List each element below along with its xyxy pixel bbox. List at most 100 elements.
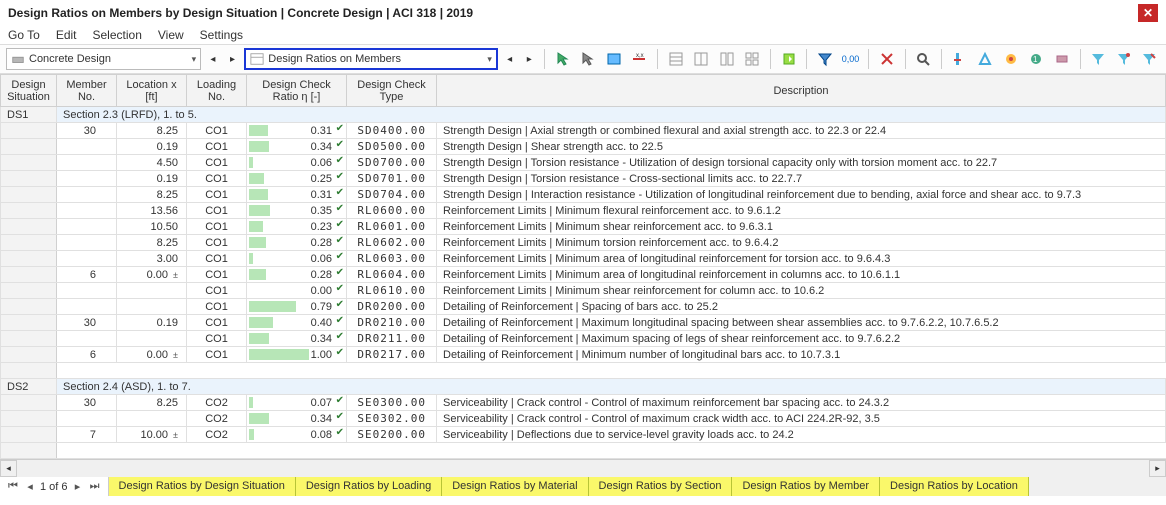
- cell-member: [57, 331, 117, 347]
- table-row[interactable]: 60.00 ±CO10.28✔RL0604.00Reinforcement Li…: [1, 267, 1166, 283]
- col-location[interactable]: Location x [ft]: [117, 75, 187, 107]
- table-row[interactable]: 8.25CO10.31✔SD0704.00Strength Design | I…: [1, 187, 1166, 203]
- pager-first-button[interactable]: ⏮: [6, 480, 20, 493]
- close-button[interactable]: ✕: [1138, 4, 1158, 22]
- cell-loading: CO1: [187, 139, 247, 155]
- tab-3[interactable]: Design Ratios by Section: [589, 477, 733, 496]
- scroll-left-button[interactable]: ◂: [0, 460, 17, 477]
- check-ok-icon: ✔: [336, 331, 344, 342]
- cell-desc: Detailing of Reinforcement | Minimum num…: [437, 347, 1166, 363]
- table-view1-button[interactable]: [665, 48, 686, 70]
- tab-1[interactable]: Design Ratios by Loading: [296, 477, 442, 496]
- search-button[interactable]: [913, 48, 934, 70]
- tool-a-button[interactable]: [949, 48, 970, 70]
- cell-type: SD0704.00: [347, 187, 437, 203]
- table-row[interactable]: 3.00CO10.06✔RL0603.00Reinforcement Limit…: [1, 251, 1166, 267]
- table-row[interactable]: 308.25CO10.31✔SD0400.00Strength Design |…: [1, 123, 1166, 139]
- cell-desc: Reinforcement Limits | Minimum torsion r…: [437, 235, 1166, 251]
- horizontal-scrollbar[interactable]: ◂ ▸: [0, 459, 1166, 476]
- design-module-combo[interactable]: Concrete Design ▾: [6, 48, 201, 70]
- cell-member: [57, 187, 117, 203]
- select-in-model-button[interactable]: [552, 48, 573, 70]
- decimal-button[interactable]: 0,00: [840, 48, 861, 70]
- col-ratio[interactable]: Design Check Ratio η [-]: [247, 75, 347, 107]
- table-view3-button[interactable]: [716, 48, 737, 70]
- filter-button[interactable]: [814, 48, 835, 70]
- col-type[interactable]: Design Check Type: [347, 75, 437, 107]
- table-row[interactable]: CO10.34✔DR0211.00Detailing of Reinforcem…: [1, 331, 1166, 347]
- cell-location: [117, 411, 187, 427]
- table-row[interactable]: 4.50CO10.06✔SD0700.00Strength Design | T…: [1, 155, 1166, 171]
- scroll-right-button[interactable]: ▸: [1149, 460, 1166, 477]
- cell-ratio: 0.28✔: [247, 267, 347, 283]
- pager-last-button[interactable]: ⏭: [88, 480, 102, 493]
- tool-e-button[interactable]: [1051, 48, 1072, 70]
- table-row[interactable]: CO20.34✔SE0302.00Serviceability | Crack …: [1, 411, 1166, 427]
- tool-c-button[interactable]: [1000, 48, 1021, 70]
- filter-blue-button[interactable]: [1088, 48, 1109, 70]
- tab-4[interactable]: Design Ratios by Member: [732, 477, 880, 496]
- cell-desc: Strength Design | Torsion resistance - C…: [437, 171, 1166, 187]
- result-table-combo[interactable]: Design Ratios on Members ▾: [244, 48, 498, 70]
- select-object-button[interactable]: [578, 48, 599, 70]
- table-view4-button[interactable]: [741, 48, 762, 70]
- col-loading[interactable]: Loading No.: [187, 75, 247, 107]
- table-row[interactable]: CO10.00✔RL0610.00Reinforcement Limits | …: [1, 283, 1166, 299]
- cell-loading: CO1: [187, 347, 247, 363]
- table-row[interactable]: 0.19CO10.25✔SD0701.00Strength Design | T…: [1, 171, 1166, 187]
- pager-next-button[interactable]: ▸: [71, 480, 85, 493]
- tool-b-button[interactable]: [975, 48, 996, 70]
- tool-d-button[interactable]: 1: [1026, 48, 1047, 70]
- menu-view[interactable]: View: [158, 28, 184, 42]
- col-member[interactable]: Member No.: [57, 75, 117, 107]
- clear-button[interactable]: [876, 48, 897, 70]
- cell-loading: CO1: [187, 267, 247, 283]
- cell-type: RL0600.00: [347, 203, 437, 219]
- pager-prev-button[interactable]: ◂: [23, 480, 37, 493]
- cell-type: RL0610.00: [347, 283, 437, 299]
- next-module-button[interactable]: ▸: [225, 49, 241, 69]
- prev-table-button[interactable]: ◂: [502, 49, 518, 69]
- table-row[interactable]: 60.00 ±CO11.00✔DR0217.00Detailing of Rei…: [1, 347, 1166, 363]
- tab-0[interactable]: Design Ratios by Design Situation: [109, 477, 296, 496]
- menu-edit[interactable]: Edit: [56, 28, 77, 42]
- table-row[interactable]: 8.25CO10.28✔RL0602.00Reinforcement Limit…: [1, 235, 1166, 251]
- check-ok-icon: ✔: [336, 123, 344, 134]
- export-button[interactable]: [778, 48, 799, 70]
- menu-goto[interactable]: Go To: [8, 28, 40, 42]
- menu-settings[interactable]: Settings: [200, 28, 243, 42]
- toolbar: Concrete Design ▾ ◂ ▸ Design Ratios on M…: [0, 44, 1166, 74]
- ds-label: DS1: [1, 107, 57, 123]
- table-view2-button[interactable]: [690, 48, 711, 70]
- group-row[interactable]: DS2Section 2.4 (ASD), 1. to 7.: [1, 379, 1166, 395]
- prev-module-button[interactable]: ◂: [205, 49, 221, 69]
- cell-type: DR0200.00: [347, 299, 437, 315]
- table-row[interactable]: 300.19CO10.40✔DR0210.00Detailing of Rein…: [1, 315, 1166, 331]
- dimension-button[interactable]: x,x: [628, 48, 649, 70]
- table-row[interactable]: 13.56CO10.35✔RL0600.00Reinforcement Limi…: [1, 203, 1166, 219]
- table-row[interactable]: 710.00 ±CO20.08✔SE0200.00Serviceability …: [1, 427, 1166, 443]
- menu-selection[interactable]: Selection: [93, 28, 142, 42]
- tab-5[interactable]: Design Ratios by Location: [880, 477, 1029, 496]
- check-ok-icon: ✔: [336, 235, 344, 246]
- cell-ratio: 0.08✔: [247, 427, 347, 443]
- table-row[interactable]: CO10.79✔DR0200.00Detailing of Reinforcem…: [1, 299, 1166, 315]
- cell-ratio: 0.06✔: [247, 251, 347, 267]
- view-mode-button[interactable]: [603, 48, 624, 70]
- group-row[interactable]: DS1Section 2.3 (LRFD), 1. to 5.: [1, 107, 1166, 123]
- col-situation[interactable]: Design Situation: [1, 75, 57, 107]
- filter-blue2-button[interactable]: [1113, 48, 1134, 70]
- col-desc[interactable]: Description: [437, 75, 1166, 107]
- cell-desc: Detailing of Reinforcement | Spacing of …: [437, 299, 1166, 315]
- cell-type: SD0700.00: [347, 155, 437, 171]
- pager: ⏮ ◂ 1 of 6 ▸ ⏭: [0, 477, 109, 496]
- table-row[interactable]: 10.50CO10.23✔RL0601.00Reinforcement Limi…: [1, 219, 1166, 235]
- cell-type: DR0211.00: [347, 331, 437, 347]
- filter-blue3-button[interactable]: [1139, 48, 1160, 70]
- next-table-button[interactable]: ▸: [521, 49, 537, 69]
- cell-type: SD0500.00: [347, 139, 437, 155]
- tab-2[interactable]: Design Ratios by Material: [442, 477, 588, 496]
- cell-member: 6: [57, 347, 117, 363]
- table-row[interactable]: 308.25CO20.07✔SE0300.00Serviceability | …: [1, 395, 1166, 411]
- table-row[interactable]: 0.19CO10.34✔SD0500.00Strength Design | S…: [1, 139, 1166, 155]
